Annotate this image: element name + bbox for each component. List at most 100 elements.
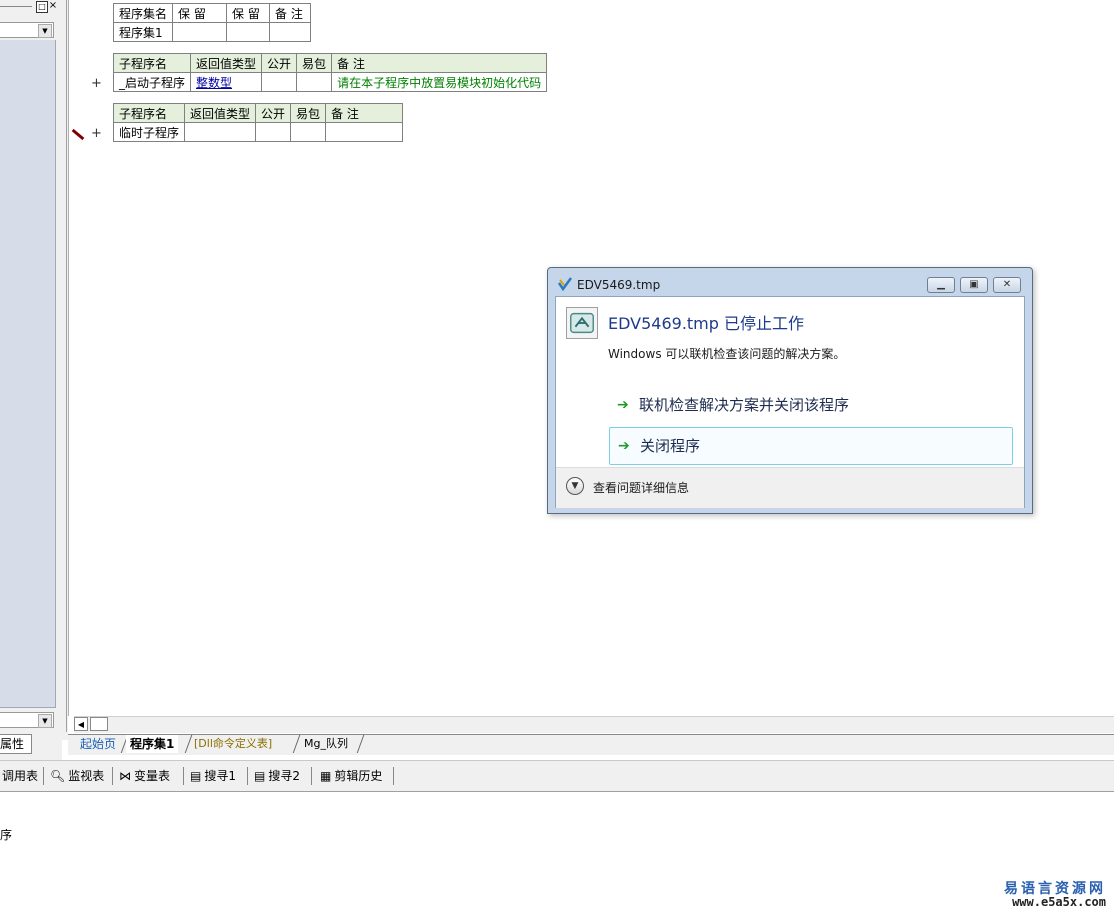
table-header: 公开 (255, 103, 292, 123)
variable-table-button[interactable]: ⋈ 变量表 (119, 767, 170, 785)
editor-horizontal-scrollbar[interactable]: ◀ (74, 716, 1114, 733)
table-cell[interactable] (172, 22, 228, 42)
variable-icon: ⋈ (119, 769, 131, 783)
assembly-name-cell[interactable]: 程序集1 (112, 22, 174, 42)
table-header: 子程序名 (112, 53, 192, 73)
table-header: 程序集名 (112, 3, 174, 23)
table-header: 子程序名 (112, 103, 186, 123)
left-panel-title-line (0, 6, 32, 7)
view-details-link[interactable]: 查看问题详细信息 (593, 479, 689, 496)
close-icon[interactable]: × (48, 1, 58, 11)
project-tree[interactable] (0, 40, 56, 708)
splitter-line (66, 0, 67, 732)
table-header: 返回值类型 (190, 53, 263, 73)
expand-icon[interactable]: + (91, 76, 102, 91)
clip-history-button[interactable]: ▦ 剪辑历史 (320, 767, 382, 785)
properties-selector[interactable]: ▼ (0, 712, 54, 728)
check-online-option[interactable]: ➔ 联机检查解决方案并关闭该程序 (609, 387, 1013, 425)
table-header: 易包 (296, 53, 333, 73)
clipboard-icon: ▦ (320, 769, 332, 783)
table-header: 返回值类型 (184, 103, 257, 123)
output-panel[interactable] (0, 792, 1114, 915)
table-header: 易包 (290, 103, 327, 123)
toolbar-separator (311, 767, 312, 785)
green-arrow-icon: ➔ (617, 397, 629, 413)
table-cell[interactable] (261, 72, 298, 92)
sub-temp-table: 子程序名 返回值类型 公开 易包 备 注 临时子程序 (112, 103, 404, 142)
table-cell[interactable] (325, 122, 404, 142)
search1-label: 搜寻1 (204, 769, 236, 783)
chevron-down-icon[interactable]: ▼ (566, 477, 584, 495)
error-dialog: EDV5469.tmp ▁ ▣ ✕ EDV5469.tmp 已停止工作 Wind… (547, 267, 1033, 514)
maximize-button[interactable]: ▣ (960, 277, 988, 293)
table-header: 备 注 (325, 103, 404, 123)
bottom-toolbar: 调用表 🔍︎ 监视表 ⋈ 变量表 ▤ 搜寻1 ▤ 搜寻2 ▦ 剪辑历史 (0, 760, 1114, 792)
editor-gutter (68, 0, 89, 716)
close-button[interactable]: ✕ (993, 277, 1021, 293)
search-doc-icon: ▤ (254, 769, 266, 783)
output-text: 序 (0, 828, 13, 842)
dialog-description: Windows 可以联机检查该问题的解决方案。 (608, 347, 846, 361)
table-header: 公开 (261, 53, 298, 73)
search1-button[interactable]: ▤ 搜寻1 (190, 767, 236, 785)
search-doc-icon: ▤ (190, 769, 202, 783)
app-title-icon (558, 277, 572, 291)
close-program-label: 关闭程序 (640, 437, 701, 455)
return-type-cell[interactable]: 整数型 (190, 72, 263, 92)
remark-cell[interactable]: 请在本子程序中放置易模块初始化代码 (331, 72, 548, 92)
green-arrow-icon: ➔ (618, 438, 630, 454)
sub-name-cell[interactable]: 临时子程序 (112, 122, 186, 142)
minimize-button[interactable]: ▁ (927, 277, 955, 293)
toolbar-separator (112, 767, 113, 785)
pin-icon[interactable]: □ (36, 1, 48, 13)
sub-name-cell[interactable]: _启动子程序 (112, 72, 192, 92)
check-online-label: 联机检查解决方案并关闭该程序 (639, 396, 850, 414)
return-type-link[interactable]: 整数型 (196, 76, 232, 90)
dialog-heading: EDV5469.tmp 已停止工作 (608, 314, 805, 333)
table-header: 备 注 (269, 3, 312, 23)
assembly-table: 程序集名 保 留 保 留 备 注 程序集1 (112, 3, 312, 42)
dialog-footer: ▼ 查看问题详细信息 (556, 467, 1024, 508)
table-header: 备 注 (331, 53, 548, 73)
variable-table-label: 变量表 (134, 769, 171, 783)
toolbar-separator (183, 767, 184, 785)
toolbar-separator (393, 767, 394, 785)
table-cell[interactable] (255, 122, 292, 142)
left-panel-selector[interactable]: ▼ (0, 22, 54, 38)
clip-history-label: 剪辑历史 (334, 769, 383, 783)
scrollbar-thumb[interactable] (90, 717, 108, 731)
expand-icon[interactable]: + (91, 126, 102, 141)
watch-table-button[interactable]: 🔍︎ 监视表 (50, 767, 104, 785)
tab-assembly1[interactable]: 程序集1 (126, 735, 179, 753)
table-cell[interactable] (226, 22, 271, 42)
table-header: 保 留 (226, 3, 271, 23)
tab-mg-queue[interactable]: Mg_队列 (300, 735, 352, 753)
table-header: 保 留 (172, 3, 228, 23)
toolbar-separator (247, 767, 248, 785)
table-cell[interactable] (296, 72, 333, 92)
tab-dll-commands[interactable]: [Dll命令定义表] (190, 735, 276, 753)
table-cell[interactable] (269, 22, 312, 42)
sub-start-table: 子程序名 返回值类型 公开 易包 备 注 _启动子程序 整数型 请在本子程序中放… (112, 53, 548, 92)
call-table-label: 调用表 (2, 769, 39, 783)
document-tabs: 起始页 程序集1 [Dll命令定义表] Mg_队列 (68, 734, 1114, 755)
watch-table-label: 监视表 (68, 769, 105, 783)
tab-start-page[interactable]: 起始页 (76, 735, 120, 753)
call-table-button[interactable]: 调用表 (2, 767, 38, 785)
watermark-url: www.e5a5x.com (1012, 895, 1106, 909)
search2-label: 搜寻2 (268, 769, 300, 783)
tab-properties[interactable]: 属性 (0, 734, 32, 754)
magnifier-icon: 🔍︎ (50, 769, 66, 783)
chevron-down-icon[interactable]: ▼ (38, 714, 52, 728)
dialog-titlebar[interactable]: EDV5469.tmp ▁ ▣ ✕ (548, 268, 1032, 296)
search2-button[interactable]: ▤ 搜寻2 (254, 767, 300, 785)
tab-divider (356, 735, 365, 753)
dialog-title: EDV5469.tmp (577, 278, 661, 292)
table-cell[interactable] (290, 122, 327, 142)
close-program-option[interactable]: ➔ 关闭程序 (609, 427, 1013, 465)
app-error-icon (566, 307, 598, 339)
scroll-left-icon[interactable]: ◀ (74, 717, 88, 731)
table-cell[interactable] (184, 122, 257, 142)
chevron-down-icon[interactable]: ▼ (38, 24, 52, 38)
dialog-body: EDV5469.tmp 已停止工作 Windows 可以联机检查该问题的解决方案… (555, 296, 1025, 508)
